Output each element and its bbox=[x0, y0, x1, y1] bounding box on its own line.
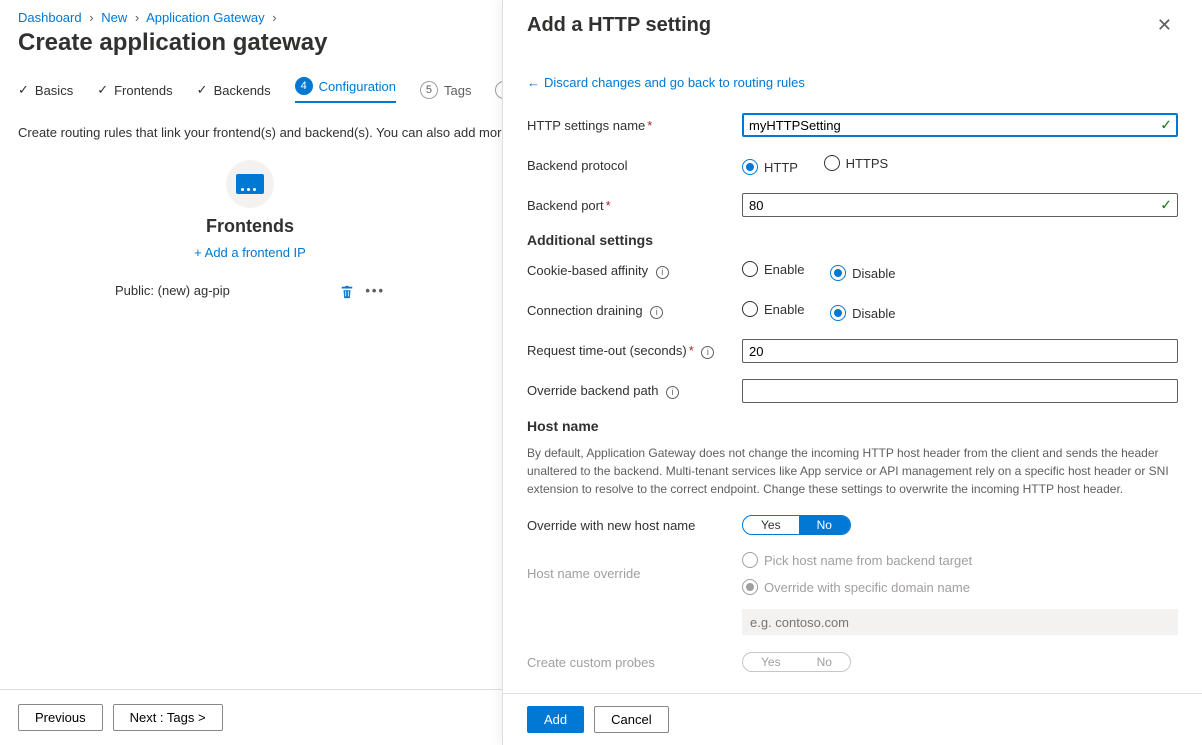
chevron-right-icon: › bbox=[272, 10, 276, 25]
arrow-left-icon: ← bbox=[527, 75, 540, 90]
check-icon: ✓ bbox=[18, 82, 29, 98]
check-icon: ✓ bbox=[97, 82, 108, 98]
crumb-new[interactable]: New bbox=[101, 10, 127, 25]
label-connection-draining: Connection draining i bbox=[527, 303, 742, 319]
wizard-label: Frontends bbox=[114, 83, 173, 98]
wizard-label: Configuration bbox=[319, 79, 396, 94]
label-cookie-affinity: Cookie-based affinity i bbox=[527, 263, 742, 279]
wizard-label: Basics bbox=[35, 83, 73, 98]
step-number-icon: 5 bbox=[420, 81, 438, 99]
label-port: Backend port* bbox=[527, 198, 742, 213]
chevron-right-icon: › bbox=[89, 10, 93, 25]
http-settings-name-input[interactable] bbox=[742, 113, 1178, 137]
crumb-dashboard[interactable]: Dashboard bbox=[18, 10, 82, 25]
next-button[interactable]: Next : Tags > bbox=[113, 704, 223, 731]
frontend-row-label: Public: (new) ag-pip bbox=[115, 283, 230, 298]
valid-check-icon: ✓ bbox=[1160, 197, 1172, 214]
drain-disable-radio[interactable]: Disable bbox=[830, 305, 895, 321]
additional-settings-heading: Additional settings bbox=[527, 232, 1178, 248]
radio-icon bbox=[830, 305, 846, 321]
override-hostname-toggle[interactable]: Yes No bbox=[742, 515, 851, 535]
crumb-appgw[interactable]: Application Gateway bbox=[146, 10, 265, 25]
radio-icon bbox=[742, 261, 758, 277]
info-icon[interactable]: i bbox=[650, 306, 663, 319]
add-frontend-ip-link[interactable]: + Add a frontend IP bbox=[194, 245, 306, 260]
label-http-name: HTTP settings name* bbox=[527, 118, 742, 133]
previous-button[interactable]: Previous bbox=[18, 704, 103, 731]
drain-enable-radio[interactable]: Enable bbox=[742, 301, 804, 317]
radio-icon bbox=[742, 552, 758, 568]
radio-icon bbox=[742, 301, 758, 317]
hostname-help-text: By default, Application Gateway does not… bbox=[527, 444, 1178, 498]
frontend-tile-icon bbox=[226, 160, 274, 208]
wizard-step-backends[interactable]: ✓ Backends bbox=[197, 77, 271, 103]
discard-label: Discard changes and go back to routing r… bbox=[544, 75, 805, 90]
radio-icon bbox=[824, 155, 840, 171]
add-button[interactable]: Add bbox=[527, 706, 584, 733]
label-host-name-override: Host name override bbox=[527, 566, 742, 581]
panel-footer: Add Cancel bbox=[503, 693, 1202, 745]
cookie-enable-radio[interactable]: Enable bbox=[742, 261, 804, 277]
override-backend-path-input[interactable] bbox=[742, 379, 1178, 403]
label-custom-probes: Create custom probes bbox=[527, 655, 742, 670]
valid-check-icon: ✓ bbox=[1160, 117, 1172, 134]
cancel-button[interactable]: Cancel bbox=[594, 706, 668, 733]
delete-icon[interactable] bbox=[340, 285, 354, 299]
wizard-step-configuration[interactable]: 4 Configuration bbox=[295, 77, 396, 103]
more-icon[interactable]: ••• bbox=[365, 283, 385, 298]
info-icon[interactable]: i bbox=[701, 346, 714, 359]
label-request-timeout: Request time-out (seconds)* i bbox=[527, 343, 742, 359]
domain-name-input bbox=[742, 609, 1178, 635]
toggle-no[interactable]: No bbox=[799, 516, 850, 534]
frontends-title: Frontends bbox=[100, 216, 400, 237]
check-icon: ✓ bbox=[197, 82, 208, 98]
custom-probes-toggle: Yes No bbox=[742, 652, 851, 672]
info-icon[interactable]: i bbox=[666, 386, 679, 399]
protocol-https-radio[interactable]: HTTPS bbox=[824, 155, 889, 171]
http-setting-panel: Add a HTTP setting ✕ ← Discard changes a… bbox=[502, 0, 1202, 745]
cookie-disable-radio[interactable]: Disable bbox=[830, 265, 895, 281]
wizard-step-frontends[interactable]: ✓ Frontends bbox=[97, 77, 172, 103]
protocol-http-radio[interactable]: HTTP bbox=[742, 159, 798, 175]
radio-icon bbox=[742, 579, 758, 595]
frontend-row: Public: (new) ag-pip ••• bbox=[100, 272, 400, 310]
radio-icon bbox=[742, 159, 758, 175]
wizard-step-basics[interactable]: ✓ Basics bbox=[18, 77, 73, 103]
wizard-step-tags[interactable]: 5 Tags bbox=[420, 77, 471, 103]
hostname-heading: Host name bbox=[527, 418, 1178, 434]
info-icon[interactable]: i bbox=[656, 266, 669, 279]
toggle-yes: Yes bbox=[743, 653, 799, 671]
panel-title: Add a HTTP setting bbox=[527, 14, 711, 37]
toggle-no: No bbox=[799, 653, 850, 671]
override-domain-radio: Override with specific domain name bbox=[742, 579, 970, 595]
toggle-yes[interactable]: Yes bbox=[743, 516, 799, 534]
label-override-backend-path: Override backend path i bbox=[527, 383, 742, 399]
chevron-right-icon: › bbox=[135, 10, 139, 25]
request-timeout-input[interactable] bbox=[742, 339, 1178, 363]
wizard-label: Tags bbox=[444, 83, 471, 98]
wizard-label: Backends bbox=[214, 83, 271, 98]
label-override-hostname: Override with new host name bbox=[527, 518, 742, 533]
discard-link[interactable]: ← Discard changes and go back to routing… bbox=[527, 75, 805, 90]
wizard-footer: Previous Next : Tags > bbox=[0, 689, 502, 745]
step-number-icon: 4 bbox=[295, 77, 313, 95]
label-protocol: Backend protocol bbox=[527, 158, 742, 173]
close-icon[interactable]: ✕ bbox=[1151, 14, 1178, 37]
pick-backend-radio: Pick host name from backend target bbox=[742, 552, 972, 568]
radio-icon bbox=[830, 265, 846, 281]
backend-port-input[interactable] bbox=[742, 193, 1178, 217]
frontends-card: Frontends + Add a frontend IP Public: (n… bbox=[100, 160, 400, 310]
